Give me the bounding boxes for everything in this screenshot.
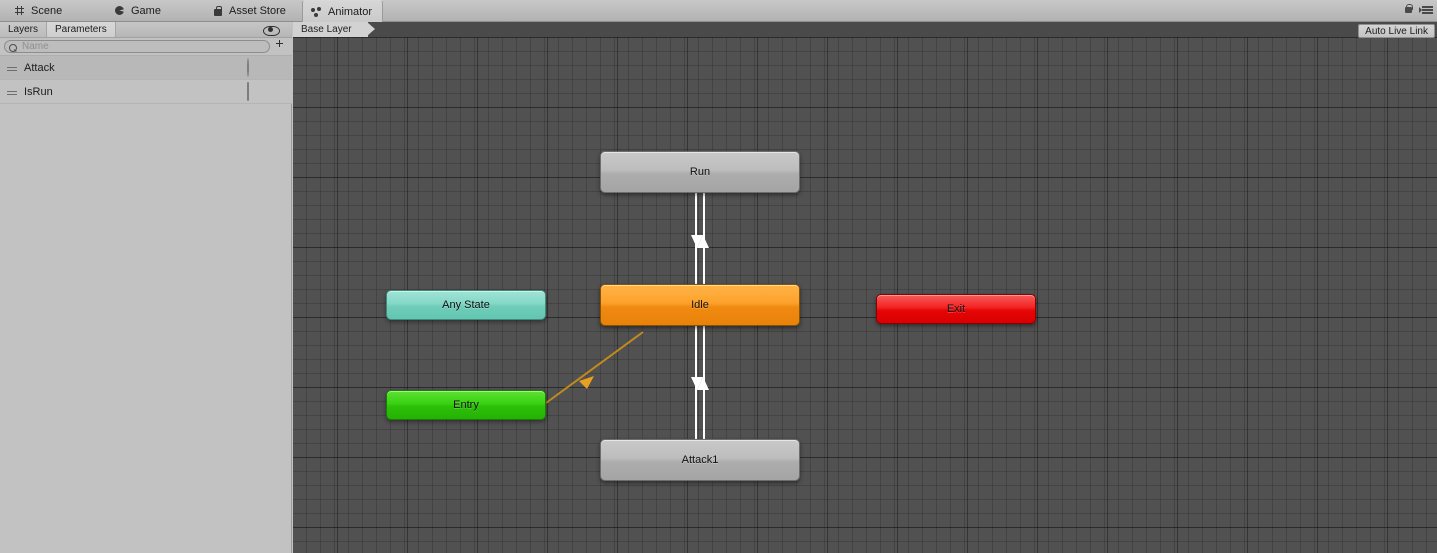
state-node-entry-label: Entry: [453, 399, 479, 411]
parameter-row-isrun[interactable]: IsRun: [0, 80, 292, 104]
graph-grid: [293, 22, 1437, 553]
tab-layers[interactable]: Layers: [0, 22, 48, 37]
trigger-radio-icon[interactable]: [247, 57, 249, 77]
add-parameter-button[interactable]: [270, 39, 288, 54]
parameters-panel-toolbar: Layers Parameters: [0, 22, 292, 38]
parameters-panel: Layers Parameters Name Attack IsRun: [0, 22, 292, 553]
state-node-any-state[interactable]: Any State: [386, 290, 546, 320]
state-node-idle-label: Idle: [691, 299, 709, 311]
state-node-idle[interactable]: Idle: [600, 284, 800, 326]
hamburger-menu-icon[interactable]: [1419, 4, 1433, 14]
breadcrumb-base-layer-label: Base Layer: [301, 24, 352, 35]
animator-icon: [311, 6, 323, 18]
tab-game-label: Game: [131, 5, 161, 17]
editor-tab-bar: Scene Game Asset Store Animator: [0, 0, 1437, 23]
tab-game[interactable]: Game: [106, 0, 171, 22]
tab-parameters[interactable]: Parameters: [47, 22, 116, 37]
bool-checkbox-icon[interactable]: [247, 81, 249, 101]
auto-live-link-label: Auto Live Link: [1365, 25, 1428, 37]
state-node-run[interactable]: Run: [600, 151, 800, 193]
state-node-exit-label: Exit: [946, 303, 966, 315]
animator-window: Scene Game Asset Store Animator Layers P…: [0, 0, 1437, 553]
tab-animator-label: Animator: [328, 6, 373, 18]
eye-icon[interactable]: [263, 24, 280, 36]
search-placeholder: Name: [22, 41, 49, 52]
parameter-control-attack[interactable]: [247, 57, 249, 77]
state-machine-graph[interactable]: Run Any State Idle Exit Entry Attack1: [293, 22, 1437, 553]
tab-scene[interactable]: Scene: [6, 0, 72, 22]
window-controls: [1403, 3, 1433, 15]
parameter-name-isrun: IsRun: [24, 85, 53, 98]
state-node-attack1-label: Attack1: [681, 454, 719, 466]
tab-scene-label: Scene: [31, 5, 63, 17]
tab-parameters-label: Parameters: [55, 24, 107, 35]
parameter-list: Attack IsRun: [0, 56, 292, 104]
lock-icon[interactable]: [1403, 3, 1414, 15]
state-node-exit[interactable]: Exit: [876, 294, 1036, 324]
asset-store-icon: [212, 5, 224, 17]
auto-live-link-button[interactable]: Auto Live Link: [1358, 24, 1435, 38]
drag-handle-icon[interactable]: [6, 63, 20, 73]
tab-animator[interactable]: Animator: [302, 0, 384, 23]
parameter-row-attack[interactable]: Attack: [0, 56, 292, 80]
parameter-name-attack: Attack: [24, 61, 55, 74]
state-node-any-state-label: Any State: [442, 299, 490, 311]
state-node-attack1[interactable]: Attack1: [600, 439, 800, 481]
parameter-search-row: Name: [0, 38, 292, 56]
tab-layers-label: Layers: [8, 24, 39, 35]
parameter-control-isrun[interactable]: [247, 81, 249, 101]
search-input[interactable]: Name: [4, 40, 270, 53]
state-node-entry[interactable]: Entry: [386, 390, 546, 420]
drag-handle-icon[interactable]: [6, 87, 20, 97]
state-node-run-label: Run: [689, 166, 711, 178]
breadcrumb-base-layer[interactable]: Base Layer: [293, 22, 375, 37]
tab-asset-store[interactable]: Asset Store: [204, 0, 296, 22]
tab-asset-store-label: Asset Store: [229, 5, 286, 17]
scene-grid-icon: [14, 5, 26, 17]
game-icon: [114, 5, 126, 17]
search-icon: [9, 43, 17, 52]
layer-breadcrumb-bar: Base Layer: [293, 22, 1437, 37]
